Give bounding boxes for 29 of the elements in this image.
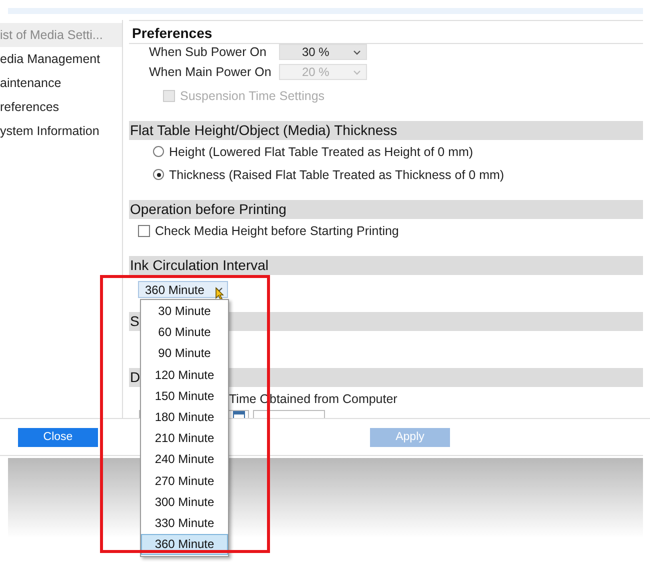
dropdown-option[interactable]: 180 Minute [141, 406, 228, 428]
radio-button[interactable] [153, 146, 164, 157]
section-header: Ink Circulation Interval [129, 256, 643, 275]
radio-label: Height (Lowered Flat Table Treated as Height of 0 mm) [169, 144, 474, 158]
section-header: Operation before Printing [129, 200, 643, 219]
mouse-cursor-icon [215, 287, 224, 300]
dropdown-option[interactable]: 210 Minute [141, 428, 228, 450]
dropdown-option[interactable]: 270 Minute [141, 470, 228, 492]
dropdown-option[interactable]: 300 Minute [141, 492, 228, 513]
dropdown-option[interactable]: 240 Minute [141, 449, 228, 470]
dropdown-option[interactable]: 150 Minute [141, 386, 228, 407]
section-header: Flat Table Height/Object (Media) Thickness [129, 121, 643, 140]
radio-button[interactable] [153, 169, 164, 180]
dropdown-option[interactable]: 90 Minute [141, 343, 228, 365]
power-label: When Main Power On [149, 65, 272, 79]
sidebar-item[interactable]: edia Management [0, 47, 122, 71]
checkbox[interactable] [138, 224, 150, 236]
panel-title: Preferences [131, 24, 214, 43]
radio-label: Thickness (Raised Flat Table Treated as Thickness of 0 mm) [169, 168, 504, 182]
interval-dropdown[interactable]: 360 Minute [138, 281, 228, 298]
power-label: When Sub Power On [149, 45, 268, 59]
sidebar-item[interactable]: ystem Information [0, 119, 122, 143]
sidebar-item[interactable]: references [0, 95, 122, 119]
dropdown-option[interactable]: 330 Minute [141, 512, 228, 534]
checkbox-label: Suspension Time Settings [180, 88, 325, 102]
close-button[interactable]: Close [18, 428, 98, 446]
sidebar-item[interactable]: aintenance [0, 71, 122, 95]
checkbox-label: Check Media Height before Starting Printing [155, 224, 399, 238]
percent-dropdown[interactable]: 30 % [279, 44, 367, 60]
